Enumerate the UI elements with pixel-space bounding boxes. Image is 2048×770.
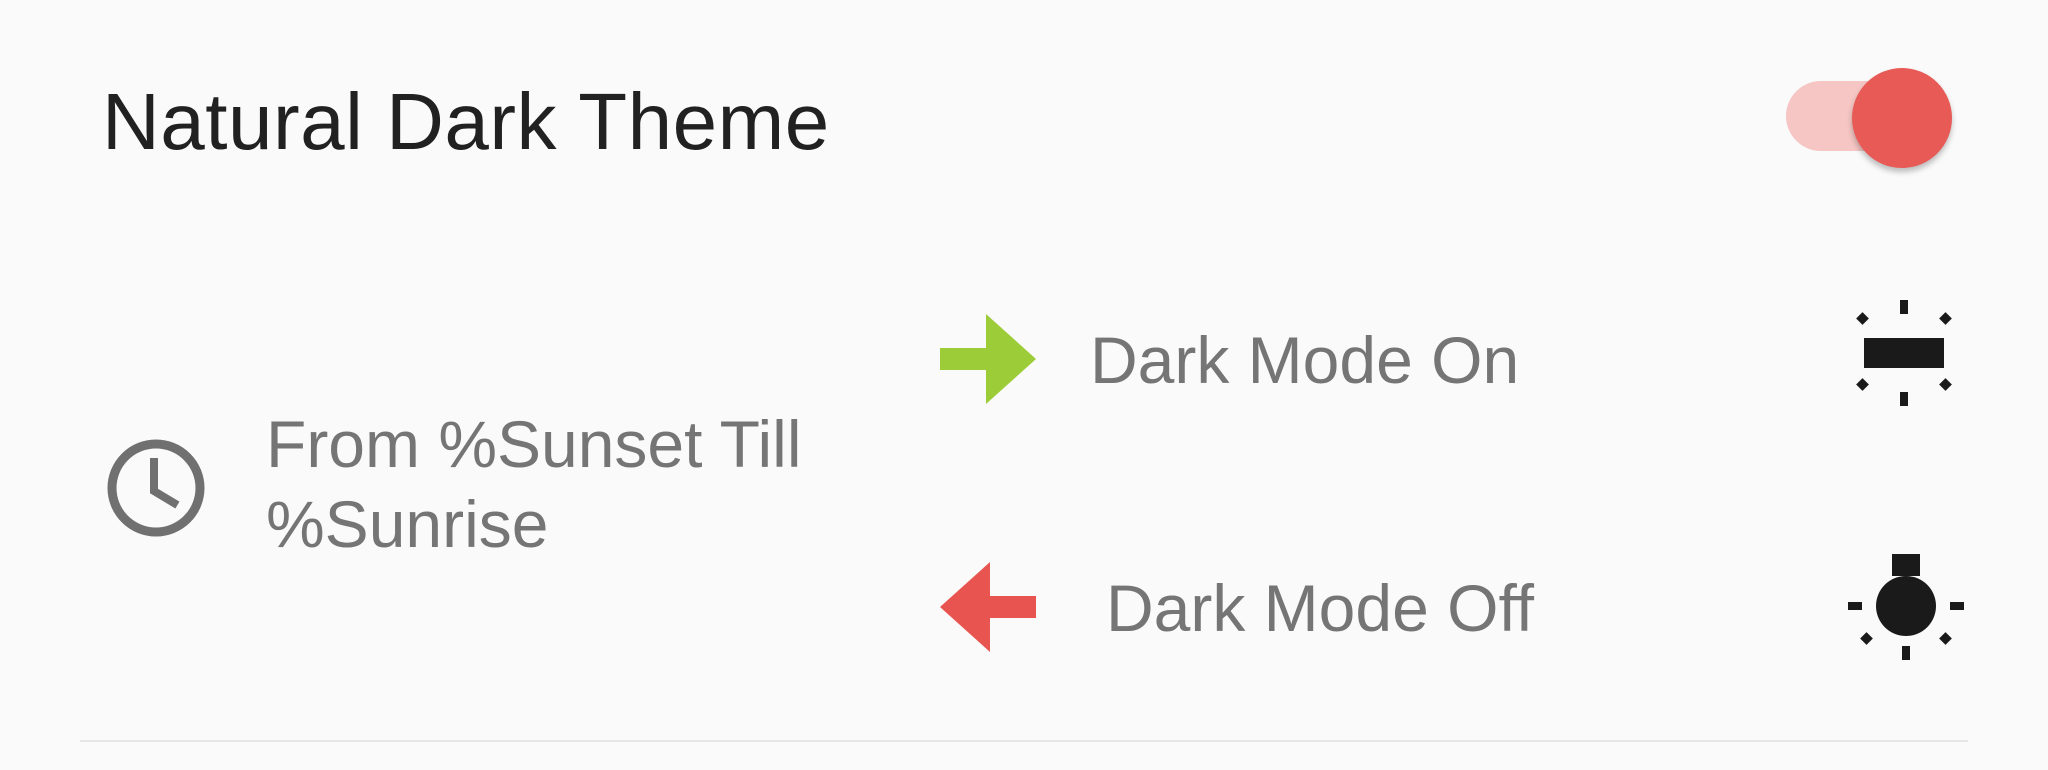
dark-theme-toggle[interactable] bbox=[1786, 68, 1952, 168]
sunset-icon[interactable] bbox=[1844, 296, 1964, 416]
divider bbox=[80, 740, 1968, 742]
dark-theme-setting-card: Natural Dark Theme From %Sunset Till %Su… bbox=[0, 0, 2048, 770]
arrow-right-icon bbox=[940, 314, 1036, 404]
setting-title: Natural Dark Theme bbox=[102, 77, 830, 166]
toggle-thumb bbox=[1852, 68, 1952, 168]
arrow-left-icon bbox=[940, 562, 1036, 652]
dark-mode-off-label: Dark Mode Off bbox=[1106, 571, 1534, 645]
sunrise-icon[interactable] bbox=[1846, 548, 1966, 668]
schedule-label: From %Sunset Till %Sunrise bbox=[266, 407, 802, 561]
dark-mode-on-label: Dark Mode On bbox=[1090, 323, 1520, 397]
clock-icon bbox=[107, 439, 205, 537]
